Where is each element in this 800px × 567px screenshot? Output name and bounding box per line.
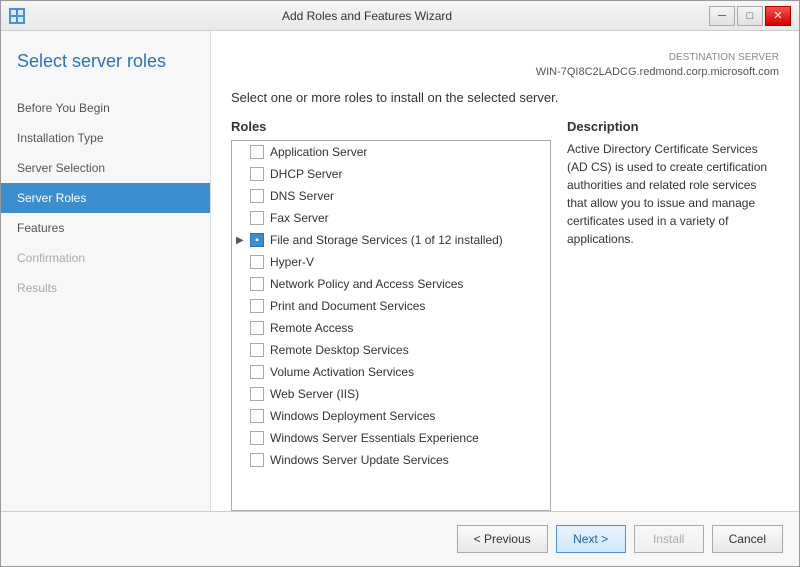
instruction-text: Select one or more roles to install on t…: [231, 90, 779, 105]
sidebar-item-confirmation: Confirmation: [1, 243, 210, 273]
maximize-button[interactable]: □: [737, 6, 763, 26]
role-checkbox[interactable]: [250, 387, 264, 401]
description-column-header: Description: [567, 119, 779, 134]
role-checkbox[interactable]: [250, 255, 264, 269]
roles-list[interactable]: Application Server DHCP Server DNS Server F…: [232, 141, 550, 510]
sidebar-item-results: Results: [1, 273, 210, 303]
sidebar-item-before-you-begin[interactable]: Before You Begin: [1, 93, 210, 123]
role-label: Hyper-V: [270, 255, 314, 269]
roles-section: Roles Application Server DHCP Server DNS S…: [231, 119, 779, 511]
role-checkbox[interactable]: [250, 145, 264, 159]
destination-server-label: DESTINATION SERVER: [231, 51, 779, 65]
window-controls: ─ □ ✕: [709, 6, 791, 26]
description-text: Active Directory Certificate Services (A…: [567, 140, 779, 248]
content-area: Select server roles Before You Begin Ins…: [1, 31, 799, 511]
role-checkbox[interactable]: [250, 453, 264, 467]
role-item[interactable]: DHCP Server: [232, 163, 550, 185]
role-item[interactable]: Web Server (IIS): [232, 383, 550, 405]
role-item[interactable]: Remote Access: [232, 317, 550, 339]
role-item[interactable]: Remote Desktop Services: [232, 339, 550, 361]
roles-list-column: Roles Application Server DHCP Server DNS S…: [231, 119, 551, 511]
role-label: Web Server (IIS): [270, 387, 359, 401]
role-label: Windows Deployment Services: [270, 409, 435, 423]
expand-arrow-icon[interactable]: ▶: [236, 235, 250, 246]
role-item[interactable]: Hyper-V: [232, 251, 550, 273]
role-label: Network Policy and Access Services: [270, 277, 463, 291]
role-item[interactable]: DNS Server: [232, 185, 550, 207]
previous-button[interactable]: < Previous: [457, 525, 548, 553]
footer: < Previous Next > Install Cancel: [1, 511, 799, 566]
role-label: File and Storage Services (1 of 12 insta…: [270, 233, 503, 247]
page-title: Select server roles: [1, 51, 210, 93]
window-icon: [9, 8, 25, 24]
role-checkbox[interactable]: [250, 409, 264, 423]
roles-column-header: Roles: [231, 119, 551, 134]
role-label: Windows Server Essentials Experience: [270, 431, 479, 445]
role-item[interactable]: Windows Server Essentials Experience: [232, 427, 550, 449]
role-checkbox[interactable]: [250, 211, 264, 225]
role-checkbox[interactable]: [250, 431, 264, 445]
role-checkbox[interactable]: [250, 167, 264, 181]
role-label: Remote Desktop Services: [270, 343, 409, 357]
install-button[interactable]: Install: [634, 525, 704, 553]
roles-list-container: Application Server DHCP Server DNS Server F…: [231, 140, 551, 511]
role-checkbox[interactable]: [250, 233, 264, 247]
role-label: Remote Access: [270, 321, 353, 335]
role-checkbox[interactable]: [250, 277, 264, 291]
sidebar-item-installation-type[interactable]: Installation Type: [1, 123, 210, 153]
role-label: Print and Document Services: [270, 299, 425, 313]
role-label: Application Server: [270, 145, 367, 159]
role-checkbox[interactable]: [250, 321, 264, 335]
role-item[interactable]: Windows Server Update Services: [232, 449, 550, 471]
role-item[interactable]: Windows Deployment Services: [232, 405, 550, 427]
role-item[interactable]: Print and Document Services: [232, 295, 550, 317]
destination-server-info: DESTINATION SERVER WIN-7QI8C2LADCG.redmo…: [231, 51, 779, 80]
role-item[interactable]: Volume Activation Services: [232, 361, 550, 383]
role-checkbox[interactable]: [250, 365, 264, 379]
sidebar-item-features[interactable]: Features: [1, 213, 210, 243]
next-button[interactable]: Next >: [556, 525, 626, 553]
role-label: DHCP Server: [270, 167, 342, 181]
role-label: DNS Server: [270, 189, 334, 203]
close-button[interactable]: ✕: [765, 6, 791, 26]
destination-server-value: WIN-7QI8C2LADCG.redmond.corp.microsoft.c…: [536, 66, 779, 78]
titlebar: Add Roles and Features Wizard ─ □ ✕: [1, 1, 799, 31]
window-title: Add Roles and Features Wizard: [25, 9, 709, 23]
role-checkbox[interactable]: [250, 189, 264, 203]
sidebar-item-server-roles[interactable]: Server Roles: [1, 183, 210, 213]
role-item[interactable]: Fax Server: [232, 207, 550, 229]
role-item[interactable]: ▶ File and Storage Services (1 of 12 inst…: [232, 229, 550, 251]
main-panel: DESTINATION SERVER WIN-7QI8C2LADCG.redmo…: [211, 31, 799, 511]
main-window: Add Roles and Features Wizard ─ □ ✕ Sele…: [0, 0, 800, 567]
role-checkbox[interactable]: [250, 299, 264, 313]
role-label: Windows Server Update Services: [270, 453, 449, 467]
role-checkbox[interactable]: [250, 343, 264, 357]
cancel-button[interactable]: Cancel: [712, 525, 783, 553]
minimize-button[interactable]: ─: [709, 6, 735, 26]
sidebar-item-server-selection[interactable]: Server Selection: [1, 153, 210, 183]
role-item[interactable]: Network Policy and Access Services: [232, 273, 550, 295]
description-column: Description Active Directory Certificate…: [567, 119, 779, 511]
role-label: Volume Activation Services: [270, 365, 414, 379]
role-label: Fax Server: [270, 211, 329, 225]
sidebar: Select server roles Before You Begin Ins…: [1, 31, 211, 511]
role-item[interactable]: Application Server: [232, 141, 550, 163]
